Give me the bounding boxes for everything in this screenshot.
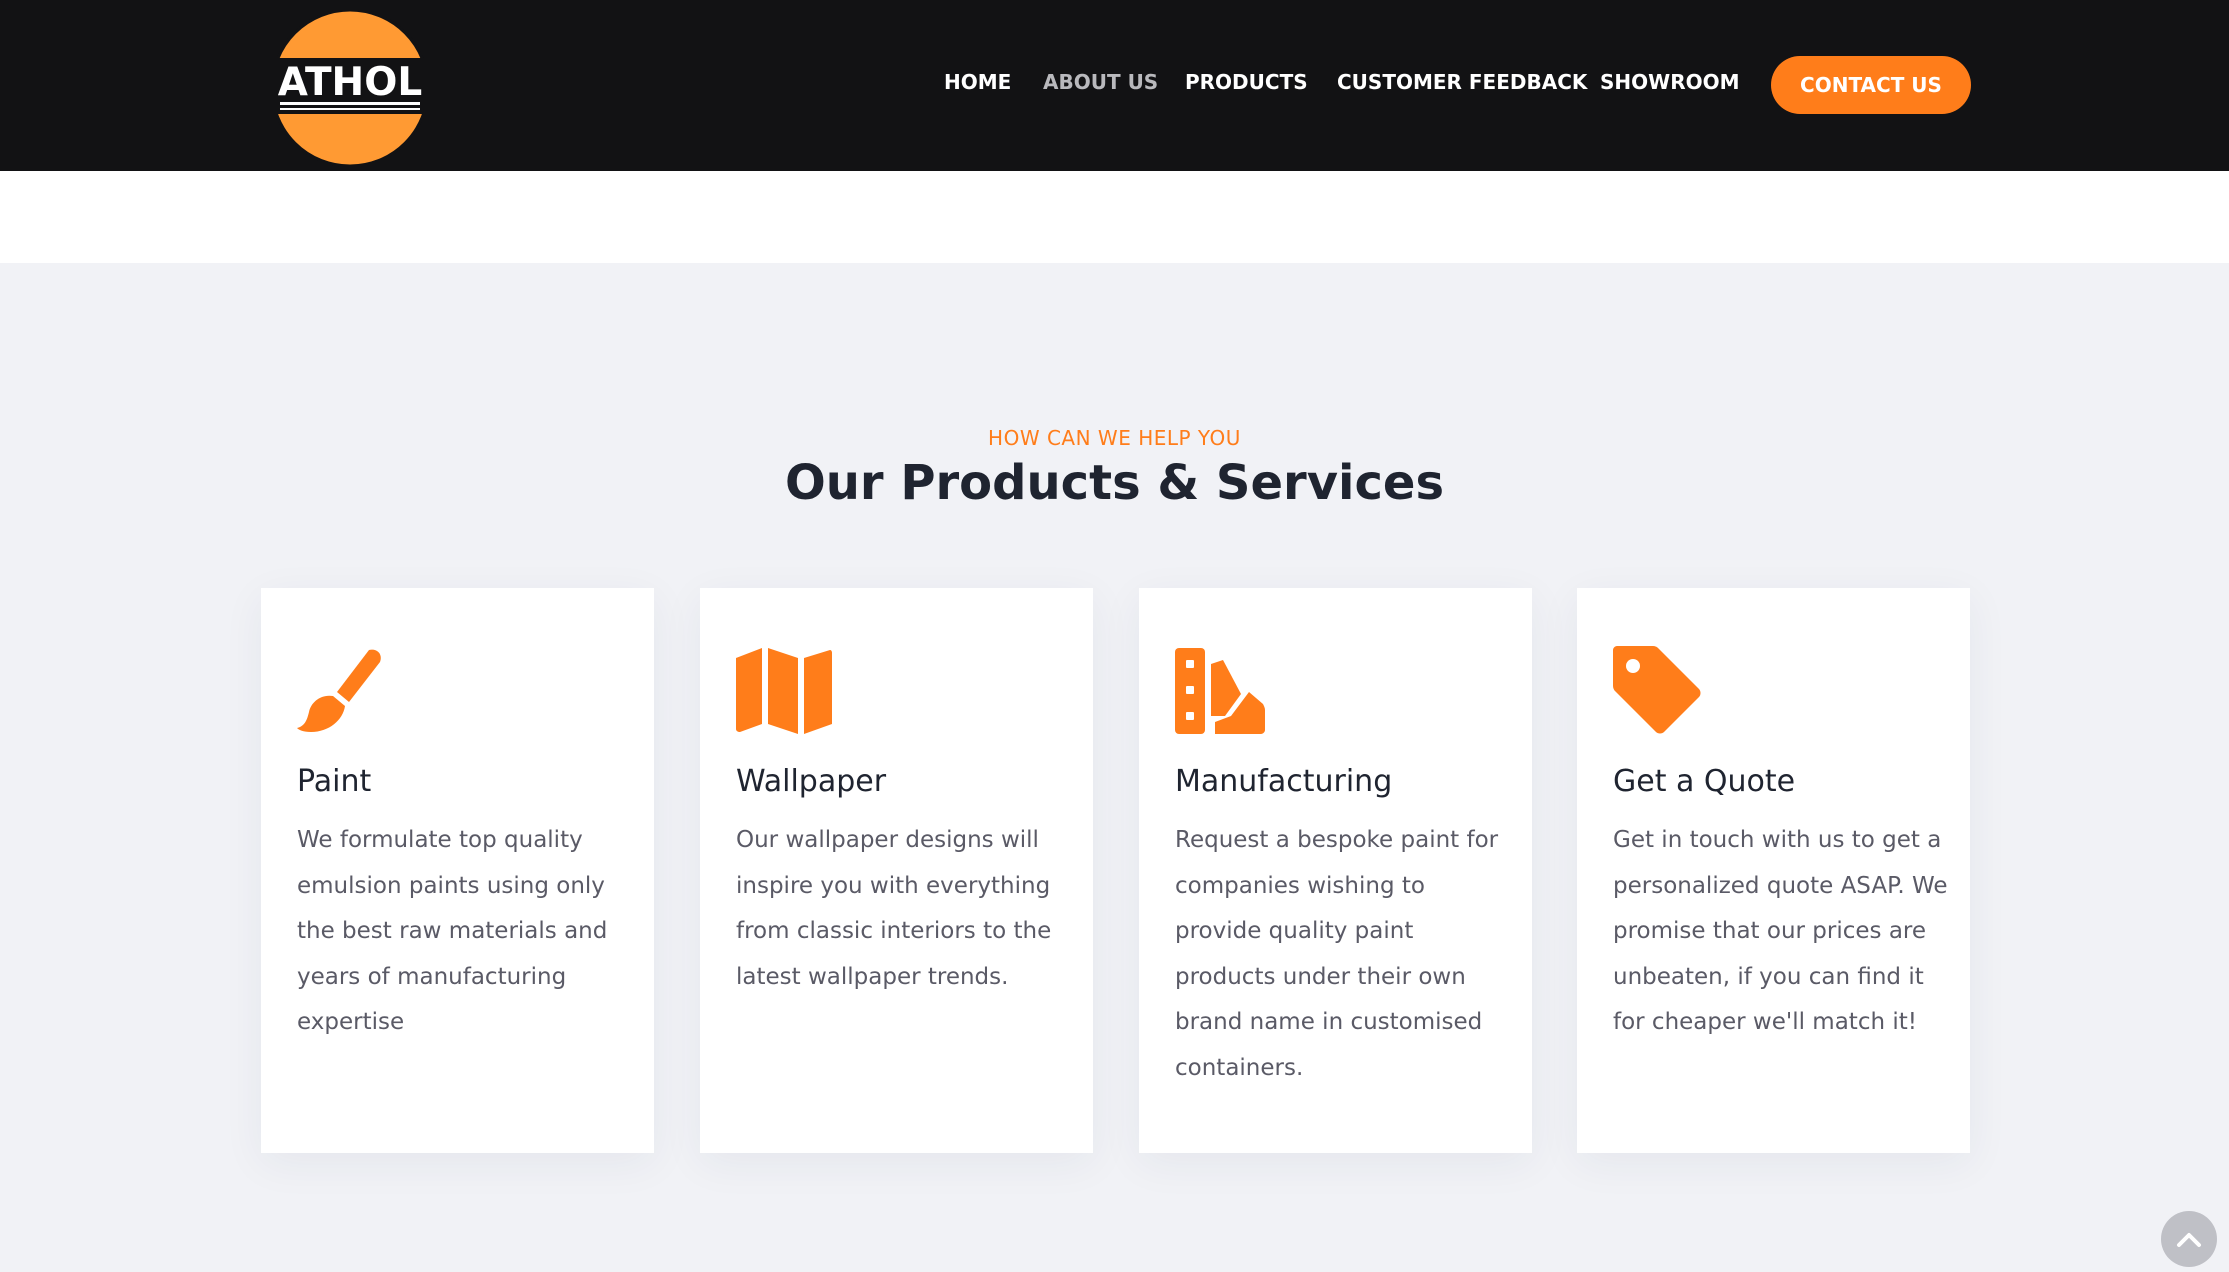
service-card-wallpaper: Wallpaper Our wallpaper designs will ins… (700, 588, 1093, 1153)
service-card-paint: Paint We formulate top quality emulsion … (261, 588, 654, 1153)
service-card-manufacturing: Manufacturing Request a bespoke paint fo… (1139, 588, 1532, 1153)
card-text: Request a bespoke paint for companies wi… (1175, 827, 1499, 1081)
site-header: ATHOL HOME ABOUT US PRODUCTS CUSTOMER FE… (0, 0, 2229, 171)
card-title: Paint (297, 764, 372, 799)
section-kicker: HOW CAN WE HELP YOU (988, 426, 1241, 450)
nav-item-products[interactable]: PRODUCTS (1185, 70, 1308, 94)
paint-brush-icon (297, 646, 387, 736)
section-title: Our Products & Services (784, 455, 1445, 511)
chevron-up-icon (2177, 1233, 2201, 1247)
tag-icon (1613, 646, 1703, 736)
scroll-to-top-button[interactable] (2161, 1211, 2217, 1267)
map-icon (736, 646, 832, 736)
main-nav: HOME ABOUT US PRODUCTS CUSTOMER FEEDBACK… (0, 56, 2229, 114)
nav-item-about-us[interactable]: ABOUT US (1043, 70, 1158, 94)
card-text: Our wallpaper designs will inspire you w… (736, 827, 1052, 990)
header-spacer (0, 171, 2229, 263)
card-text: Get in touch with us to get a personaliz… (1613, 827, 1948, 1035)
card-title: Get a Quote (1613, 764, 1796, 799)
contact-us-button[interactable]: CONTACT US (1771, 56, 1971, 114)
page: ATHOL HOME ABOUT US PRODUCTS CUSTOMER FE… (0, 0, 2229, 1272)
card-title: Manufacturing (1175, 764, 1393, 799)
card-title: Wallpaper (736, 764, 887, 799)
nav-item-home[interactable]: HOME (944, 70, 1011, 94)
nav-item-customer-feedback[interactable]: CUSTOMER FEEDBACK (1337, 70, 1587, 94)
card-text: We formulate top quality emulsion paints… (297, 827, 608, 1035)
nav-item-showroom[interactable]: SHOWROOM (1600, 70, 1740, 94)
swatchbook-icon (1175, 646, 1265, 736)
service-card-get-a-quote: Get a Quote Get in touch with us to get … (1577, 588, 1970, 1153)
